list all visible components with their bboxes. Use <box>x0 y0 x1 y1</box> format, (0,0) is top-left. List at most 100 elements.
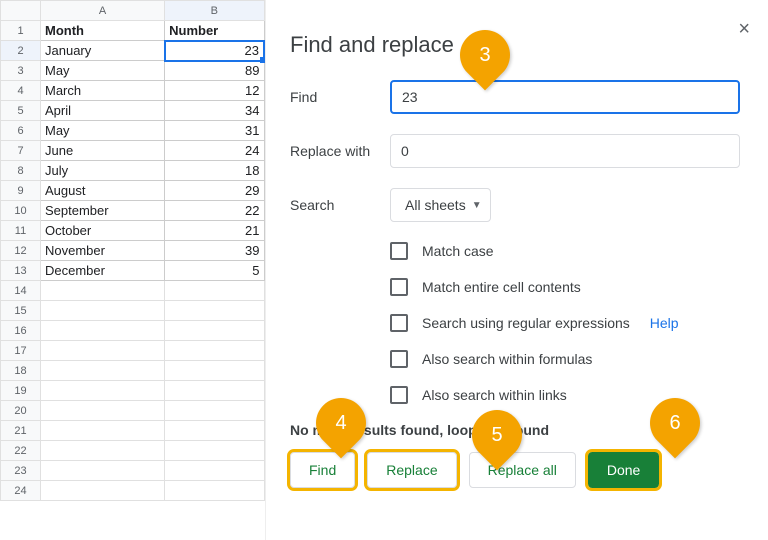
cell[interactable]: Number <box>165 21 264 41</box>
cell[interactable]: 5 <box>165 261 264 281</box>
cell[interactable] <box>41 361 165 381</box>
find-label: Find <box>290 89 390 105</box>
cell[interactable]: March <box>41 81 165 101</box>
cell[interactable]: 29 <box>165 181 264 201</box>
row-number[interactable]: 7 <box>1 141 41 161</box>
check-entire-cell[interactable]: Match entire cell contents <box>390 278 740 296</box>
cell[interactable]: July <box>41 161 165 181</box>
cell[interactable]: June <box>41 141 165 161</box>
replace-button[interactable]: Replace <box>367 452 456 488</box>
row-number[interactable]: 9 <box>1 181 41 201</box>
cell[interactable] <box>41 401 165 421</box>
checkbox-icon[interactable] <box>390 314 408 332</box>
cell[interactable] <box>41 441 165 461</box>
cell[interactable] <box>165 281 264 301</box>
cell[interactable]: October <box>41 221 165 241</box>
cell[interactable]: May <box>41 121 165 141</box>
cell[interactable] <box>165 381 264 401</box>
checkbox-icon[interactable] <box>390 278 408 296</box>
row-number[interactable]: 12 <box>1 241 41 261</box>
cell[interactable] <box>41 481 165 501</box>
cell[interactable]: November <box>41 241 165 261</box>
cell[interactable]: 12 <box>165 81 264 101</box>
cell[interactable] <box>165 301 264 321</box>
cell[interactable]: May <box>41 61 165 81</box>
close-icon[interactable]: × <box>738 18 750 41</box>
cell[interactable] <box>165 361 264 381</box>
row-number[interactable]: 17 <box>1 341 41 361</box>
row-number[interactable]: 13 <box>1 261 41 281</box>
row-number[interactable]: 2 <box>1 41 41 61</box>
cell[interactable] <box>165 441 264 461</box>
search-scope-select[interactable]: All sheets ▼ <box>390 188 491 222</box>
check-label: Match entire cell contents <box>422 279 581 295</box>
cell[interactable]: 24 <box>165 141 264 161</box>
cell[interactable] <box>165 481 264 501</box>
row-number[interactable]: 6 <box>1 121 41 141</box>
find-button[interactable]: Find <box>290 452 355 488</box>
cell[interactable]: 18 <box>165 161 264 181</box>
cell[interactable] <box>41 421 165 441</box>
cell[interactable] <box>165 461 264 481</box>
row-number[interactable]: 4 <box>1 81 41 101</box>
done-button[interactable]: Done <box>588 452 659 488</box>
row-number[interactable]: 19 <box>1 381 41 401</box>
cell[interactable] <box>41 461 165 481</box>
row-number[interactable]: 18 <box>1 361 41 381</box>
cell[interactable] <box>41 381 165 401</box>
check-match-case[interactable]: Match case <box>390 242 740 260</box>
row-number[interactable]: 11 <box>1 221 41 241</box>
row-number[interactable]: 22 <box>1 441 41 461</box>
row-number[interactable]: 5 <box>1 101 41 121</box>
cell[interactable]: January <box>41 41 165 61</box>
cell[interactable] <box>41 281 165 301</box>
cell[interactable]: 31 <box>165 121 264 141</box>
row-number[interactable]: 1 <box>1 21 41 41</box>
row-number[interactable]: 10 <box>1 201 41 221</box>
replace-with-label: Replace with <box>290 143 390 159</box>
column-header-row: A B <box>1 1 265 21</box>
cell[interactable]: 23 <box>165 41 264 61</box>
row-number[interactable]: 20 <box>1 401 41 421</box>
checkbox-icon[interactable] <box>390 350 408 368</box>
cell[interactable]: August <box>41 181 165 201</box>
cell[interactable] <box>165 321 264 341</box>
checkbox-icon[interactable] <box>390 386 408 404</box>
cell[interactable] <box>165 421 264 441</box>
row-number[interactable]: 21 <box>1 421 41 441</box>
row-number[interactable]: 3 <box>1 61 41 81</box>
cell[interactable]: 39 <box>165 241 264 261</box>
cell[interactable] <box>41 341 165 361</box>
cell[interactable]: 89 <box>165 61 264 81</box>
spreadsheet-grid[interactable]: A B 1MonthNumber2January233May894March12… <box>0 0 265 501</box>
cell[interactable]: 34 <box>165 101 264 121</box>
row-number[interactable]: 8 <box>1 161 41 181</box>
replace-input[interactable] <box>390 134 740 168</box>
cell[interactable]: April <box>41 101 165 121</box>
search-scope-value: All sheets <box>405 197 466 213</box>
row-number[interactable]: 16 <box>1 321 41 341</box>
cell[interactable]: 21 <box>165 221 264 241</box>
cell[interactable]: 22 <box>165 201 264 221</box>
check-regex[interactable]: Search using regular expressions Help <box>390 314 740 332</box>
checkbox-icon[interactable] <box>390 242 408 260</box>
corner-cell[interactable] <box>1 1 41 21</box>
cell[interactable] <box>165 341 264 361</box>
row-number[interactable]: 24 <box>1 481 41 501</box>
row-number[interactable]: 23 <box>1 461 41 481</box>
check-label: Also search within links <box>422 387 567 403</box>
cell[interactable]: Month <box>41 21 165 41</box>
cell[interactable] <box>41 321 165 341</box>
cell[interactable]: December <box>41 261 165 281</box>
row-number[interactable]: 15 <box>1 301 41 321</box>
col-header-a[interactable]: A <box>41 1 165 21</box>
row-number[interactable]: 14 <box>1 281 41 301</box>
cell[interactable] <box>41 301 165 321</box>
check-formulas[interactable]: Also search within formulas <box>390 350 740 368</box>
cell[interactable] <box>165 401 264 421</box>
cell[interactable]: September <box>41 201 165 221</box>
find-input[interactable] <box>390 80 740 114</box>
col-header-b[interactable]: B <box>165 1 264 21</box>
help-link[interactable]: Help <box>650 315 679 331</box>
chevron-down-icon: ▼ <box>472 200 482 211</box>
